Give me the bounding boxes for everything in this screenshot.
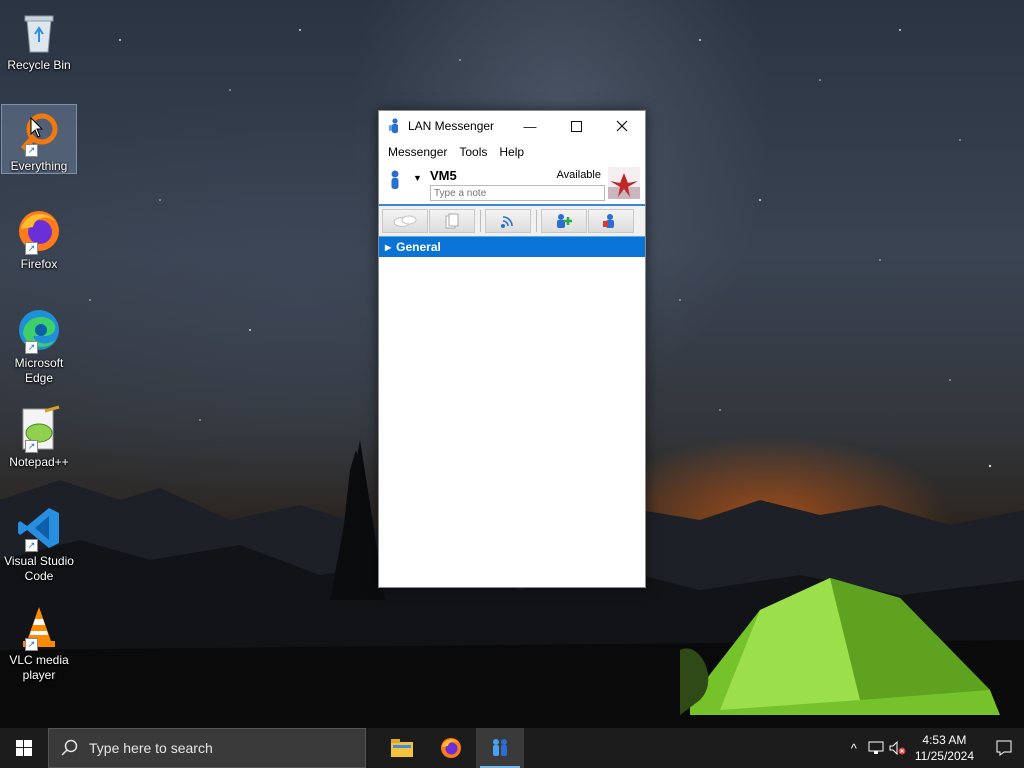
- desktop-icon-firefox[interactable]: ↗ Firefox: [2, 203, 76, 272]
- expand-arrow-icon[interactable]: ▶: [385, 243, 391, 252]
- status-dropdown-arrow-icon[interactable]: ▼: [413, 173, 422, 183]
- lan-messenger-app-icon: [389, 118, 398, 133]
- minimize-icon: —: [523, 118, 537, 134]
- vlc-cone-icon: ↗: [15, 603, 63, 651]
- firefox-icon: [441, 738, 461, 758]
- broadcast-icon: [501, 216, 513, 228]
- desktop-icon-microsoft-edge[interactable]: ↗ Microsoft Edge: [2, 302, 76, 386]
- start-button[interactable]: [0, 728, 48, 768]
- desktop-icon-label: Recycle Bin: [7, 58, 71, 72]
- broadcast-button[interactable]: [485, 209, 531, 233]
- contact-group-general[interactable]: ▶ General: [379, 236, 645, 258]
- group-settings-button[interactable]: [588, 209, 634, 233]
- desktop-icon-label: Firefox: [20, 257, 58, 271]
- desktop-icon-vlc[interactable]: ↗ VLC media player: [2, 599, 76, 683]
- desktop-icon-label: Visual Studio Code: [4, 554, 74, 583]
- firefox-icon: ↗: [15, 207, 63, 255]
- taskbar: Type here to search ^ 4:53 AM 11/25/2024: [0, 728, 1024, 768]
- availability-status[interactable]: Available: [557, 169, 601, 181]
- network-icon[interactable]: [865, 728, 887, 768]
- menu-messenger[interactable]: Messenger: [382, 143, 453, 161]
- clock-date: 11/25/2024: [914, 749, 974, 763]
- user-status-icon: [391, 170, 399, 189]
- lan-messenger-window: LAN Messenger — Messenger Tools Help ▼ V…: [378, 110, 646, 588]
- taskbar-firefox[interactable]: [427, 728, 475, 768]
- notepad-plus-plus-icon: ↗: [15, 405, 63, 453]
- notification-icon: [996, 740, 1012, 756]
- maximize-button[interactable]: [553, 111, 599, 141]
- menu-bar: Messenger Tools Help: [379, 141, 645, 163]
- menu-tools[interactable]: Tools: [453, 143, 493, 161]
- tray-chevron-up-icon[interactable]: ^: [843, 728, 865, 768]
- window-title: LAN Messenger: [408, 119, 495, 133]
- system-clock[interactable]: 4:53 AM 11/25/2024: [915, 732, 974, 764]
- desktop-icon-recycle-bin[interactable]: Recycle Bin: [2, 4, 76, 73]
- search-placeholder: Type here to search: [89, 740, 213, 756]
- group-settings-icon: [603, 214, 614, 228]
- shortcut-arrow-icon: ↗: [25, 144, 38, 157]
- toolbar: [379, 206, 645, 236]
- desktop-icon-everything[interactable]: ↗ Everything: [1, 104, 77, 174]
- add-contact-icon: [557, 214, 572, 228]
- title-bar[interactable]: LAN Messenger —: [379, 111, 645, 141]
- desktop-icon-label: Notepad++: [9, 455, 69, 469]
- chat-button[interactable]: [382, 209, 428, 233]
- taskbar-file-explorer[interactable]: [378, 728, 426, 768]
- close-button[interactable]: [599, 111, 645, 141]
- file-documents-icon: [445, 213, 459, 229]
- shortcut-arrow-icon: ↗: [25, 440, 38, 453]
- shortcut-arrow-icon: ↗: [25, 539, 38, 552]
- add-contact-button[interactable]: [541, 209, 587, 233]
- menu-help[interactable]: Help: [493, 143, 530, 161]
- windows-logo-icon: [16, 740, 32, 756]
- system-tray: ^ 4:53 AM 11/25/2024: [843, 728, 1024, 768]
- shortcut-arrow-icon: ↗: [25, 341, 38, 354]
- contact-list-area[interactable]: [379, 257, 645, 587]
- lan-messenger-icon: [493, 739, 507, 756]
- desktop-icon-visual-studio-code[interactable]: ↗ Visual Studio Code: [2, 500, 76, 584]
- mouse-cursor-icon: [30, 117, 44, 138]
- search-icon: [61, 739, 78, 756]
- volume-muted-icon[interactable]: [887, 728, 909, 768]
- vscode-icon: ↗: [15, 504, 63, 552]
- toolbar-separator: [480, 210, 481, 232]
- clock-time: 4:53 AM: [922, 733, 967, 747]
- desktop-icon-label: Everything: [10, 159, 68, 173]
- recycle-bin-icon: [15, 8, 63, 56]
- edge-icon: ↗: [15, 306, 63, 354]
- group-name: General: [396, 240, 441, 254]
- user-avatar[interactable]: [608, 167, 640, 199]
- desktop-icon-label: VLC media player: [9, 653, 69, 682]
- minimize-button[interactable]: —: [507, 111, 553, 141]
- chat-bubbles-icon: [393, 215, 417, 227]
- shortcut-arrow-icon: ↗: [25, 638, 38, 651]
- file-transfer-button[interactable]: [429, 209, 475, 233]
- shortcut-arrow-icon: ↗: [25, 242, 38, 255]
- desktop-icon-notepad-plus-plus[interactable]: ↗ Notepad++: [2, 401, 76, 470]
- user-status-panel: ▼ VM5 Available: [379, 163, 645, 204]
- toolbar-separator: [536, 210, 537, 232]
- taskbar-lan-messenger[interactable]: [476, 728, 524, 768]
- close-icon: [616, 120, 628, 132]
- notification-center-button[interactable]: [984, 728, 1024, 768]
- username-label: VM5: [430, 168, 457, 183]
- maximize-icon: [570, 120, 582, 132]
- desktop-icon-label: Microsoft Edge: [14, 356, 64, 385]
- taskbar-search-box[interactable]: Type here to search: [48, 728, 366, 768]
- file-explorer-icon: [391, 739, 413, 757]
- note-input[interactable]: [430, 185, 605, 201]
